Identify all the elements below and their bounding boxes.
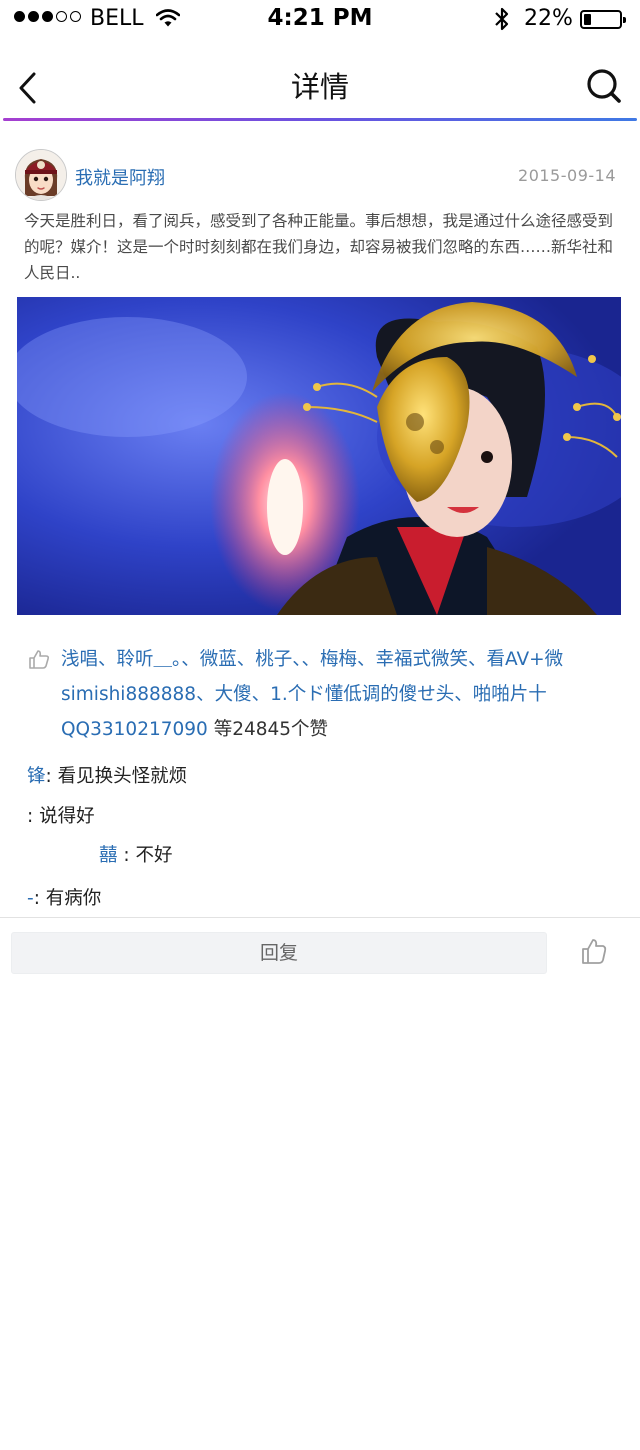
battery-percent: 22% xyxy=(524,6,573,31)
nav-divider xyxy=(3,118,637,121)
comment-item[interactable]: -: 有病你 xyxy=(27,884,101,910)
reply-bar: 回复 xyxy=(0,917,640,978)
reply-input[interactable]: 回复 xyxy=(11,932,547,974)
thumbs-up-icon[interactable] xyxy=(28,648,50,670)
battery-icon xyxy=(580,10,626,29)
comment-text: : 看见换头怪就烦 xyxy=(45,766,188,787)
post-date: 2015-09-14 xyxy=(518,166,616,185)
like-count: 等24845个赞 xyxy=(207,719,329,740)
comment-author[interactable]: 锋 xyxy=(27,766,46,787)
comment-author[interactable]: 囍 xyxy=(99,845,118,866)
comment-text: : 说得好 xyxy=(27,806,95,827)
status-bar: BELL 4:21 PM 22% xyxy=(0,0,640,40)
post-author-name[interactable]: 我就是阿翔 xyxy=(75,164,165,190)
comment-item[interactable]: 锋: 看见换头怪就烦 xyxy=(27,762,187,788)
bluetooth-icon xyxy=(495,7,509,31)
avatar[interactable] xyxy=(15,149,67,201)
navigation-bar: 详情 xyxy=(0,40,640,122)
comment-reply[interactable]: 囍 : 不好 xyxy=(99,841,173,867)
thumbs-up-icon[interactable] xyxy=(580,936,608,966)
post-body: 今天是胜利日，看了阅兵，感受到了各种正能量。事后想想，我是通过什么途径感受到的呢… xyxy=(24,212,614,282)
comment-author[interactable]: - xyxy=(27,888,34,909)
search-button[interactable] xyxy=(584,66,624,106)
comment-item[interactable]: : 说得好 xyxy=(27,802,95,828)
page-title: 详情 xyxy=(290,70,349,104)
like-users[interactable]: 浅唱、聆听＿。、微蓝、桃子、、梅梅、幸福式微笑、看AV+微simishi8888… xyxy=(61,642,616,747)
comment-text: : 不好 xyxy=(117,845,173,866)
comment-text: : 有病你 xyxy=(33,888,102,909)
post-image[interactable] xyxy=(17,297,621,615)
